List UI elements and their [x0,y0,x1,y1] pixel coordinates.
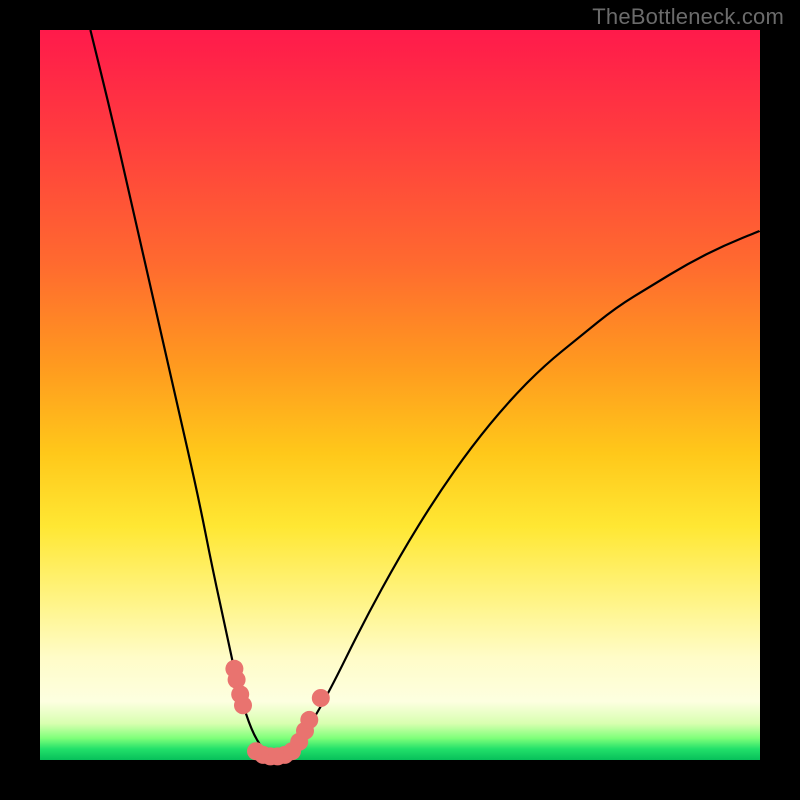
chart-frame: TheBottleneck.com [0,0,800,800]
bottleneck-curve [90,30,760,756]
highlight-point [312,689,330,707]
plot-area [40,30,760,760]
watermark-text: TheBottleneck.com [592,4,784,30]
highlight-point [300,711,318,729]
highlight-point [234,696,252,714]
curve-svg [40,30,760,760]
highlight-points-group [225,660,329,766]
